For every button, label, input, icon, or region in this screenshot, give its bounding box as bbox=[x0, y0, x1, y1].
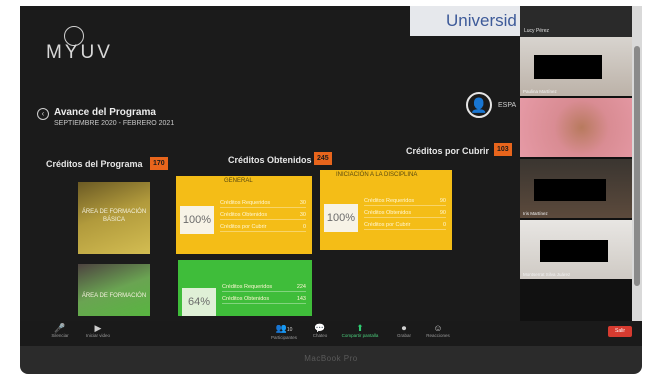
profile-label: ESPA bbox=[498, 102, 517, 109]
participant-gallery: Lucy Pérez Paulina Martínez Iris Martíne… bbox=[520, 6, 632, 321]
meeting-toolbar: 🎤 Silenciar ▶ Iniciar video 👥10 Particip… bbox=[20, 321, 642, 346]
table-row: Créditos Requeridos 224 bbox=[222, 284, 306, 292]
participant-tile[interactable]: Paulina Martínez bbox=[520, 37, 632, 96]
participants-icon: 👥 bbox=[275, 323, 287, 333]
table-row: Créditos Obtenidos 90 bbox=[364, 210, 446, 218]
chat-icon: 💬 bbox=[314, 323, 326, 333]
table-row: Créditos por Cubrir 0 bbox=[364, 222, 446, 230]
chat-button[interactable]: 💬 Chateo bbox=[300, 323, 340, 339]
table-row: Créditos Requeridos 90 bbox=[364, 198, 446, 206]
university-banner-text: Universid bbox=[446, 11, 517, 30]
table-row: Créditos Requeridos 30 bbox=[220, 200, 306, 208]
gallery-scrollbar[interactable] bbox=[632, 6, 642, 321]
start-video-button[interactable]: ▶ Iniciar video bbox=[78, 323, 118, 339]
laptop-screen: MYUV ‹ Avance del Programa SEPTIEMBRE 20… bbox=[20, 6, 642, 346]
panel-header: INICIACIÓN A LA DISCIPLINA bbox=[336, 172, 418, 178]
panel-percent: 64% bbox=[182, 288, 216, 316]
laptop-frame: MYUV ‹ Avance del Programa SEPTIEMBRE 20… bbox=[0, 0, 659, 379]
credits-pending-label: Créditos por Cubrir bbox=[406, 146, 490, 156]
share-screen-button[interactable]: ⬆ Compartir pantalla bbox=[340, 323, 380, 339]
redaction-box bbox=[540, 240, 608, 262]
participants-count: 10 bbox=[286, 327, 293, 333]
participant-name: Iris Martínez bbox=[523, 211, 548, 216]
logo-text: MYUV bbox=[46, 42, 113, 63]
panel-rows: Créditos Requeridos 224 Créditos Obtenid… bbox=[222, 282, 306, 306]
reactions-button[interactable]: ☺ Reacciones bbox=[418, 323, 458, 339]
panel-iniciacion: INICIACIÓN A LA DISCIPLINA 100% Créditos… bbox=[320, 170, 452, 250]
microphone-icon: 🎤 bbox=[54, 323, 66, 333]
leave-meeting-button[interactable]: Salir bbox=[608, 326, 632, 337]
redaction-box bbox=[534, 55, 602, 79]
credits-obtained-badge: 245 bbox=[314, 152, 332, 165]
credits-program-label: Créditos del Programa bbox=[46, 159, 143, 169]
table-row: Créditos Obtenidos 143 bbox=[222, 296, 306, 304]
panel-header: GENERAL bbox=[224, 178, 253, 184]
credits-obtained-label: Créditos Obtenidos bbox=[228, 155, 312, 165]
video-camera-icon: ▶ bbox=[94, 323, 102, 333]
participants-button[interactable]: 👥10 Participantes bbox=[264, 323, 304, 341]
shared-app-window: MYUV ‹ Avance del Programa SEPTIEMBRE 20… bbox=[20, 6, 520, 321]
participant-tile[interactable]: Iris Martínez bbox=[520, 159, 632, 218]
panel-percent: 100% bbox=[180, 206, 214, 234]
participant-name: Paulina Martínez bbox=[523, 89, 557, 94]
program-title: Avance del Programa bbox=[54, 107, 156, 118]
participant-tile[interactable] bbox=[520, 98, 632, 157]
participant-tile[interactable]: Montserrat Silva Juárez bbox=[520, 220, 632, 279]
panel-rows: Créditos Requeridos 90 Créditos Obtenido… bbox=[364, 196, 446, 232]
panel-rows: Créditos Requeridos 30 Créditos Obtenido… bbox=[220, 198, 306, 234]
participant-name: Montserrat Silva Juárez bbox=[523, 272, 571, 277]
myuv-logo: MYUV bbox=[46, 26, 116, 66]
user-profile-icon[interactable]: 👤 bbox=[466, 92, 492, 118]
gallery-scrollbar-thumb[interactable] bbox=[634, 46, 640, 286]
gallery-top-tile[interactable]: Lucy Pérez bbox=[520, 6, 632, 37]
credits-program-badge: 170 bbox=[150, 157, 168, 170]
mute-button[interactable]: 🎤 Silenciar bbox=[40, 323, 80, 339]
back-arrow-icon[interactable]: ‹ bbox=[37, 108, 49, 120]
share-screen-icon: ⬆ bbox=[356, 323, 364, 333]
area-card-formation[interactable]: ÁREA DE FORMACIÓN bbox=[78, 264, 150, 316]
area-card-label: ÁREA DE FORMACIÓN BÁSICA bbox=[81, 209, 147, 223]
area-card-label: ÁREA DE FORMACIÓN bbox=[81, 293, 147, 299]
panel-general: GENERAL 100% Créditos Requeridos 30 Créd… bbox=[176, 176, 312, 254]
redaction-box bbox=[534, 179, 606, 201]
panel-formation: 64% Créditos Requeridos 224 Créditos Obt… bbox=[178, 260, 312, 316]
credits-pending-badge: 103 bbox=[494, 143, 512, 156]
panel-percent: 100% bbox=[324, 204, 358, 232]
laptop-brand-label: MacBook Pro bbox=[304, 354, 358, 363]
table-row: Créditos por Cubrir 0 bbox=[220, 224, 306, 232]
laptop-bezel: MacBook Pro bbox=[20, 346, 642, 374]
participant-name: Lucy Pérez bbox=[524, 28, 550, 34]
smiley-icon: ☺ bbox=[433, 323, 443, 333]
program-period: SEPTIEMBRE 2020 - FEBRERO 2021 bbox=[54, 120, 175, 127]
table-row: Créditos Obtenidos 30 bbox=[220, 212, 306, 220]
area-card-basic[interactable]: ÁREA DE FORMACIÓN BÁSICA bbox=[78, 182, 150, 254]
